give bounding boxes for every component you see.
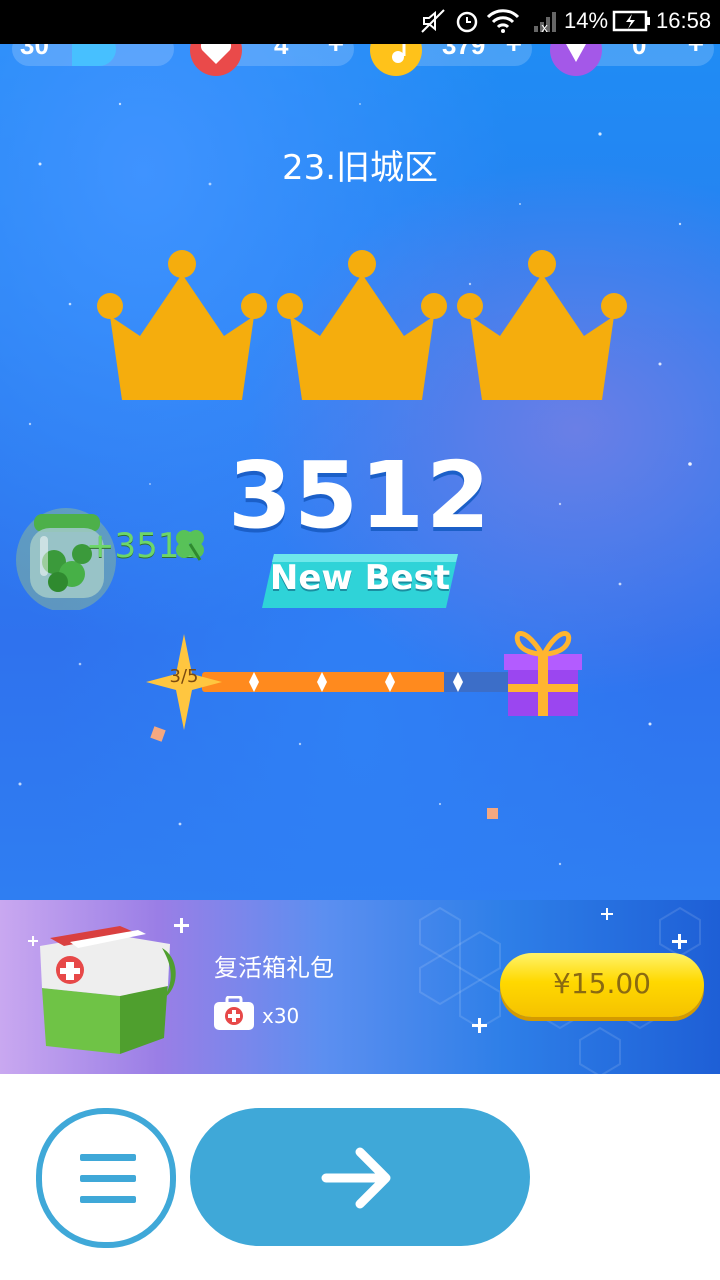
clock-time: 16:58 xyxy=(656,8,712,33)
crown-icon-1 xyxy=(97,250,267,400)
level-value: 30 xyxy=(20,44,49,60)
level-progress-fill xyxy=(72,44,116,66)
offer-banner[interactable]: 复活箱礼包 x30 ¥15.00 xyxy=(0,900,720,1074)
revive-box-icon xyxy=(40,926,176,1054)
milestone-marker xyxy=(249,672,259,692)
wifi-icon xyxy=(486,8,520,40)
milestone-marker xyxy=(317,672,327,692)
level-title: 23.旧城区 xyxy=(281,148,439,188)
add-gems-icon[interactable]: + xyxy=(688,44,704,60)
lives-value: 4 xyxy=(274,44,289,60)
heart-icon xyxy=(190,44,242,76)
buy-offer-button[interactable]: ¥15.00 xyxy=(500,953,704,1017)
milestone-marker xyxy=(453,672,463,692)
milestone-marker xyxy=(385,672,395,692)
level-pill: 30 xyxy=(12,44,174,66)
offer-title: 复活箱礼包 xyxy=(214,954,334,982)
offer-quantity-label: x30 xyxy=(262,1004,300,1028)
menu-icon xyxy=(80,1154,136,1161)
crown-icon-2 xyxy=(277,250,447,400)
music-note-icon xyxy=(370,44,422,76)
battery-icon xyxy=(612,8,652,40)
first-aid-kit-icon xyxy=(214,996,254,1030)
status-bar: x 14% 16:58 xyxy=(0,0,720,44)
crown-icon-3 xyxy=(457,250,627,400)
menu-icon xyxy=(80,1175,136,1182)
arrow-right-icon xyxy=(321,1147,391,1209)
alarm-icon xyxy=(454,8,480,40)
crown-rating xyxy=(97,250,627,400)
battery-percent: 14% xyxy=(564,8,609,33)
diamond-icon xyxy=(550,44,602,76)
gems-value: 0 xyxy=(632,44,647,60)
lives-pill[interactable]: 4 + xyxy=(190,44,354,76)
new-best-badge: New Best xyxy=(262,550,458,608)
notes-pill[interactable]: 379 + xyxy=(370,44,532,76)
menu-icon xyxy=(80,1196,136,1203)
game-result-screen: 30 4 + 379 + 0 + 23.旧城区 xyxy=(0,44,720,900)
reward-progress: 3/5 xyxy=(146,631,586,734)
next-level-button[interactable] xyxy=(190,1108,530,1246)
menu-button[interactable] xyxy=(36,1108,176,1248)
add-notes-icon[interactable]: + xyxy=(506,44,522,60)
mute-icon xyxy=(420,8,446,40)
gift-box-icon[interactable] xyxy=(502,620,582,720)
offer-price-label: ¥15.00 xyxy=(553,967,651,1000)
confetti-piece xyxy=(487,808,498,819)
svg-text:x: x xyxy=(541,21,548,34)
new-best-label: New Best xyxy=(269,558,451,598)
gems-pill[interactable]: 0 + xyxy=(550,44,714,76)
offer-quantity: x30 xyxy=(212,996,332,1034)
progress-count: 3/5 xyxy=(169,666,199,687)
clover-icon xyxy=(176,530,204,561)
add-lives-icon[interactable]: + xyxy=(328,44,344,60)
notes-value: 379 xyxy=(442,44,486,60)
signal-icon: x xyxy=(532,8,560,40)
